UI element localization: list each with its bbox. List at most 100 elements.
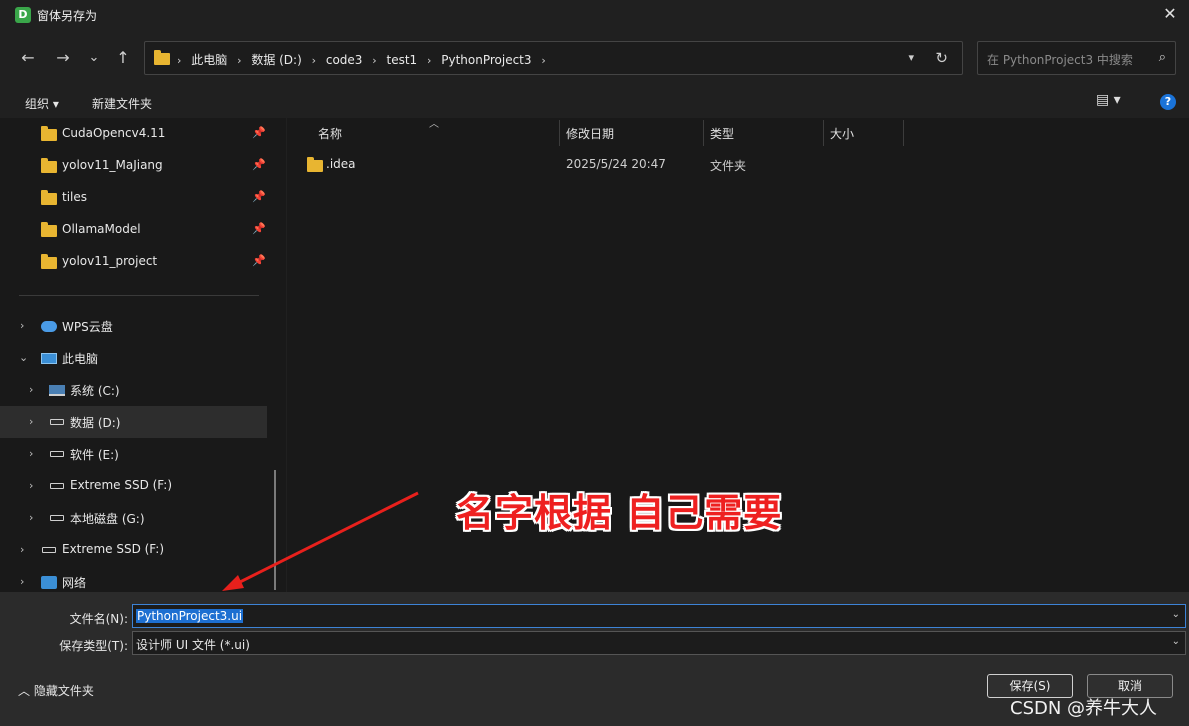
breadcrumb-item[interactable]: 数据 (D:) <box>251 53 301 67</box>
pin-icon[interactable]: 📌 <box>252 222 266 235</box>
folder-icon <box>41 126 57 141</box>
column-header-row: ︿ 名称 修改日期 类型 大小 <box>287 118 1189 146</box>
folder-icon <box>307 157 323 172</box>
refresh-icon[interactable]: ↻ <box>935 49 948 67</box>
annotation-text: 名字根据 自己需要 <box>456 491 783 535</box>
chevron-down-icon[interactable]: ▾ <box>908 51 914 64</box>
column-header-size[interactable]: 大小 <box>830 125 854 142</box>
column-divider[interactable] <box>559 120 560 146</box>
folder-icon <box>41 222 57 237</box>
up-button[interactable]: ↑ <box>113 48 133 68</box>
sidebar-item-quick[interactable]: OllamaModel 📌 <box>0 214 267 246</box>
network-icon <box>41 576 57 589</box>
sidebar-item-label: 本地磁盘 (G:) <box>70 512 145 526</box>
pin-icon[interactable]: 📌 <box>252 158 266 171</box>
breadcrumb-item[interactable]: code3 <box>326 53 363 67</box>
view-options-icon[interactable]: ▤ ▾ <box>1096 92 1121 108</box>
chevron-down-icon[interactable]: ⌄ <box>1172 609 1180 620</box>
sidebar-item-drive-d[interactable]: › 数据 (D:) <box>0 406 267 438</box>
breadcrumb-item[interactable]: 此电脑 <box>191 53 227 67</box>
chevron-right-icon[interactable]: › <box>29 415 33 428</box>
filetype-label: 保存类型(T): <box>59 639 128 653</box>
breadcrumb-separator: › <box>427 54 432 67</box>
folder-icon <box>41 254 57 269</box>
scrollbar[interactable] <box>274 470 276 590</box>
sidebar-item-quick[interactable]: CudaOpencv4.11 📌 <box>0 118 267 150</box>
sidebar-item-drive-g[interactable]: › 本地磁盘 (G:) <box>0 502 267 534</box>
watermark: CSDN @养牛大人 <box>1010 698 1158 719</box>
recent-locations-button[interactable]: ⌄ <box>84 48 104 68</box>
breadcrumb-item[interactable]: PythonProject3 <box>441 53 531 67</box>
filetype-value: 设计师 UI 文件 (*.ui) <box>136 638 250 652</box>
sidebar-item-quick[interactable]: yolov11_project 📌 <box>0 246 267 278</box>
sidebar-item-extreme-ssd[interactable]: › Extreme SSD (F:) <box>0 534 267 566</box>
breadcrumb-item[interactable]: test1 <box>386 53 417 67</box>
organize-menu[interactable]: 组织 ▾ <box>25 95 59 112</box>
sidebar-item-label: 此电脑 <box>62 352 99 366</box>
sidebar-item-network[interactable]: › 网络 <box>0 566 267 592</box>
help-icon[interactable]: ? <box>1160 94 1176 110</box>
column-divider[interactable] <box>903 120 904 146</box>
chevron-right-icon[interactable]: › <box>29 511 33 524</box>
command-bar: 组织 ▾ 新建文件夹 ▤ ▾ ? <box>0 86 1189 118</box>
pin-icon[interactable]: 📌 <box>252 190 266 203</box>
sidebar-item-label: Extreme SSD (F:) <box>70 478 172 492</box>
chevron-down-icon[interactable]: ⌄ <box>1172 636 1180 647</box>
column-header-name[interactable]: 名称 <box>318 125 342 142</box>
filename-field[interactable]: PythonProject3.ui ⌄ <box>132 604 1186 628</box>
breadcrumb-separator: › <box>541 54 546 67</box>
sidebar-item-drive-c[interactable]: › 系统 (C:) <box>0 374 267 406</box>
file-modified: 2025/5/24 20:47 <box>566 157 666 171</box>
sidebar-item-wps-cloud[interactable]: › WPS云盘 <box>0 310 267 342</box>
back-button[interactable]: ← <box>18 48 38 68</box>
chevron-right-icon[interactable]: › <box>29 383 33 396</box>
sidebar-item-drive-f[interactable]: › Extreme SSD (F:) <box>0 470 267 502</box>
address-bar[interactable]: › 此电脑 › 数据 (D:) › code3 › test1 › Python… <box>144 41 963 75</box>
column-divider[interactable] <box>703 120 704 146</box>
sidebar-item-drive-e[interactable]: › 软件 (E:) <box>0 438 267 470</box>
system-drive-icon <box>49 385 65 396</box>
folder-icon <box>41 158 57 173</box>
sidebar-item-label: 软件 (E:) <box>70 448 119 462</box>
forward-button[interactable]: → <box>53 48 73 68</box>
divider <box>19 295 259 296</box>
folder-icon <box>154 50 170 65</box>
filename-value: PythonProject3.ui <box>136 609 244 623</box>
chevron-right-icon[interactable]: › <box>29 479 33 492</box>
chevron-right-icon[interactable]: › <box>20 543 24 556</box>
sidebar-item-label: CudaOpencv4.11 <box>62 126 166 140</box>
sort-ascending-icon: ︿ <box>429 119 439 130</box>
sidebar-item-label: WPS云盘 <box>62 320 113 334</box>
filename-label: 文件名(N): <box>69 612 128 626</box>
breadcrumb: › 此电脑 › 数据 (D:) › code3 › test1 › Python… <box>177 51 552 68</box>
close-button[interactable]: ✕ <box>1159 3 1181 25</box>
sidebar-item-this-pc[interactable]: ⌄ 此电脑 <box>0 342 267 374</box>
sidebar-item-quick[interactable]: yolov11_MaJiang 📌 <box>0 150 267 182</box>
chevron-up-icon: ︿ <box>18 684 34 698</box>
sidebar-item-quick[interactable]: tiles 📌 <box>0 182 267 214</box>
column-header-modified[interactable]: 修改日期 <box>566 125 614 142</box>
drive-icon <box>42 547 56 553</box>
folder-icon <box>41 190 57 205</box>
breadcrumb-separator: › <box>177 54 182 67</box>
chevron-right-icon[interactable]: › <box>20 575 24 588</box>
cloud-icon <box>41 321 57 332</box>
filetype-select[interactable]: 设计师 UI 文件 (*.ui) ⌄ <box>132 631 1186 655</box>
column-header-type[interactable]: 类型 <box>710 125 734 142</box>
pin-icon[interactable]: 📌 <box>252 126 266 139</box>
table-row[interactable]: .idea 2025/5/24 20:47 文件夹 <box>301 155 1181 175</box>
search-icon[interactable]: ⌕ <box>1159 50 1166 65</box>
new-folder-button[interactable]: 新建文件夹 <box>92 95 152 112</box>
sidebar-item-label: OllamaModel <box>62 222 141 236</box>
column-divider[interactable] <box>823 120 824 146</box>
breadcrumb-separator: › <box>372 54 377 67</box>
chevron-right-icon[interactable]: › <box>20 319 24 332</box>
hide-folders-toggle[interactable]: ︿ 隐藏文件夹 <box>18 682 94 699</box>
search-box[interactable]: 在 PythonProject3 中搜索 ⌕ <box>977 41 1176 75</box>
chevron-right-icon[interactable]: › <box>29 447 33 460</box>
hide-folders-label: 隐藏文件夹 <box>33 684 94 698</box>
sidebar-item-label: yolov11_project <box>62 254 158 268</box>
window-title: 窗体另存为 <box>37 9 98 23</box>
chevron-down-icon[interactable]: ⌄ <box>19 351 28 364</box>
pin-icon[interactable]: 📌 <box>252 254 266 267</box>
